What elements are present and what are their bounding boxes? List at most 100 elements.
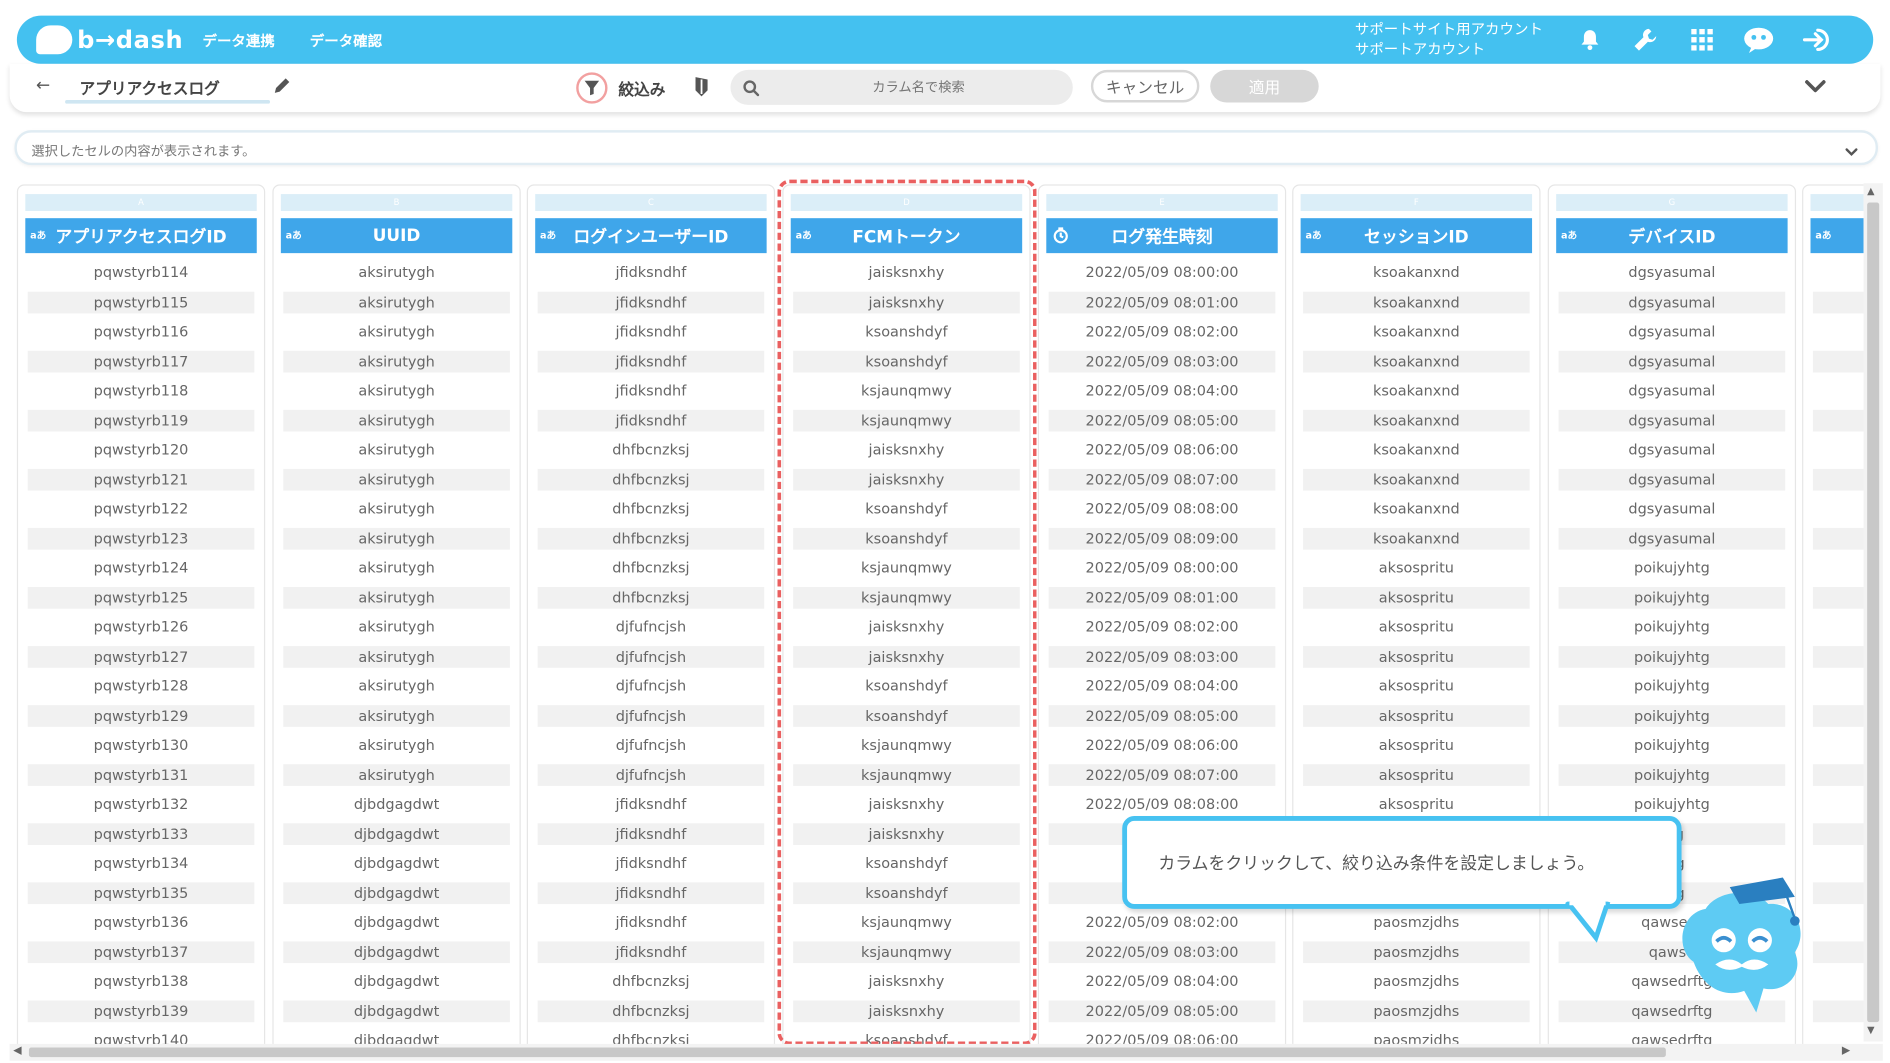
wrench-icon[interactable] bbox=[1630, 24, 1661, 55]
table-cell[interactable]: poikujyhtg bbox=[1558, 704, 1786, 727]
table-column[interactable]: Faあ セッションID ksoakanxnd ksoakanxnd ksoakanxnd… bbox=[1292, 184, 1541, 1047]
table-cell[interactable]: dhfbcnzksj bbox=[537, 999, 765, 1022]
table-cell[interactable]: djbdgagdwt bbox=[283, 881, 510, 904]
column-header[interactable]: aあ ログインユーザーID bbox=[535, 218, 767, 254]
table-cell[interactable]: 2022/05/09 08:00:00 bbox=[1049, 262, 1276, 284]
table-cell[interactable]: jfidksndhf bbox=[538, 321, 765, 343]
table-cell[interactable]: pqwstyrb135 bbox=[27, 881, 255, 904]
column-header[interactable]: ログ発生時刻 bbox=[1046, 218, 1278, 254]
table-cell[interactable]: pqwstyrb136 bbox=[28, 911, 255, 933]
table-cell[interactable]: dhfbcnzksj bbox=[538, 557, 765, 579]
arrow-left-icon[interactable]: ← bbox=[36, 76, 50, 95]
logout-icon[interactable] bbox=[1801, 24, 1832, 55]
table-cell[interactable]: pqwstyrb126 bbox=[28, 616, 255, 638]
chevron-down-icon[interactable] bbox=[1844, 140, 1858, 163]
table-cell[interactable] bbox=[1812, 350, 1864, 372]
table-cell[interactable]: jfidksndhf bbox=[538, 852, 765, 874]
table-cell[interactable]: 2022/05/09 08:06:00 bbox=[1049, 439, 1276, 461]
table-column[interactable]: Aaあ アプリアクセスログID pqwstyrb114 pqwstyrb115 pqws… bbox=[16, 184, 266, 1047]
table-cell[interactable] bbox=[1812, 822, 1864, 845]
table-cell[interactable]: ksoakanxnd bbox=[1303, 527, 1530, 550]
table-cell[interactable]: 2022/05/09 08:03:00 bbox=[1048, 940, 1276, 963]
table-cell[interactable]: ksoakanxnd bbox=[1303, 321, 1530, 343]
table-cell[interactable]: jfidksndhf bbox=[537, 881, 765, 904]
table-cell[interactable] bbox=[1813, 970, 1864, 992]
table-cell[interactable]: dhfbcnzksj bbox=[538, 498, 765, 520]
table-cell[interactable]: dgsyasumal bbox=[1558, 468, 1786, 490]
table-cell[interactable]: jfidksndhf bbox=[537, 822, 765, 845]
table-cell[interactable]: aksospritu bbox=[1303, 793, 1530, 815]
table-cell[interactable]: pqwstyrb125 bbox=[27, 586, 255, 609]
table-cell[interactable]: paosmzjdhs bbox=[1303, 940, 1530, 963]
table-cell[interactable]: dgsyasumal bbox=[1558, 291, 1786, 313]
horizontal-scrollbar[interactable]: ◀ ▶ bbox=[9, 1043, 1883, 1061]
table-cell[interactable]: 2022/05/09 08:02:00 bbox=[1049, 911, 1276, 933]
table-cell[interactable]: aksospritu bbox=[1303, 616, 1530, 638]
table-cell[interactable]: aksirutygh bbox=[283, 675, 510, 697]
nav-data-check[interactable]: データ確認 bbox=[310, 30, 382, 50]
table-cell[interactable]: aksirutygh bbox=[283, 439, 510, 461]
table-cell[interactable]: 2022/05/09 08:01:00 bbox=[1048, 291, 1276, 313]
table-cell[interactable]: pqwstyrb133 bbox=[27, 822, 255, 845]
vertical-scrollbar[interactable]: ▲ ▼ bbox=[1863, 183, 1883, 1042]
table-cell[interactable]: djbdgagdwt bbox=[283, 793, 510, 815]
table-cell[interactable]: jfidksndhf bbox=[538, 911, 765, 933]
table-cell[interactable]: pqwstyrb119 bbox=[27, 409, 255, 431]
table-cell[interactable]: aksospritu bbox=[1303, 704, 1530, 727]
nav-data-link[interactable]: データ連携 bbox=[203, 30, 275, 50]
table-cell[interactable]: djfufncjsh bbox=[537, 704, 765, 727]
scroll-down-icon[interactable]: ▼ bbox=[1867, 1025, 1874, 1036]
table-cell[interactable]: aksirutygh bbox=[283, 380, 510, 402]
table-cell[interactable]: poikujyhtg bbox=[1559, 557, 1786, 579]
table-cell[interactable]: 2022/05/09 08:06:00 bbox=[1049, 734, 1276, 756]
table-cell[interactable]: pqwstyrb124 bbox=[28, 557, 255, 579]
table-cell[interactable]: 2022/05/09 08:03:00 bbox=[1048, 350, 1276, 372]
table-cell[interactable]: poikujyhtg bbox=[1559, 675, 1786, 697]
table-cell[interactable] bbox=[1813, 675, 1864, 697]
column-header[interactable]: aあ デバイスID bbox=[1556, 218, 1788, 254]
table-cell[interactable]: pqwstyrb137 bbox=[27, 940, 255, 963]
table-cell[interactable] bbox=[1813, 498, 1864, 520]
table-cell[interactable] bbox=[1812, 468, 1864, 490]
table-cell[interactable]: dgsyasumal bbox=[1558, 350, 1786, 372]
table-cell[interactable]: dhfbcnzksj bbox=[538, 439, 765, 461]
table-cell[interactable]: ksoakanxnd bbox=[1303, 380, 1530, 402]
apps-grid-icon[interactable] bbox=[1686, 24, 1717, 55]
table-cell[interactable]: pqwstyrb116 bbox=[28, 321, 255, 343]
column-search[interactable] bbox=[730, 69, 1073, 105]
table-cell[interactable]: 2022/05/09 08:05:00 bbox=[1048, 704, 1276, 727]
table-cell[interactable]: ksoakanxnd bbox=[1303, 262, 1530, 284]
table-cell[interactable]: pqwstyrb134 bbox=[28, 852, 255, 874]
table-cell[interactable]: aksirutygh bbox=[283, 498, 510, 520]
cell-content-preview[interactable]: 選択したセルの内容が表示されます。 bbox=[14, 130, 1879, 166]
table-cell[interactable]: dhfbcnzksj bbox=[537, 586, 765, 609]
table-cell[interactable] bbox=[1812, 763, 1864, 786]
table-cell[interactable]: 2022/05/09 08:04:00 bbox=[1049, 380, 1276, 402]
chat-bot-icon[interactable] bbox=[1743, 24, 1774, 55]
table-cell[interactable]: pqwstyrb118 bbox=[28, 380, 255, 402]
table-cell[interactable]: poikujyhtg bbox=[1558, 763, 1786, 786]
table-cell[interactable] bbox=[1812, 704, 1864, 727]
table-cell[interactable]: paosmzjdhs bbox=[1303, 970, 1530, 992]
table-cell[interactable]: 2022/05/09 08:03:00 bbox=[1048, 645, 1276, 668]
table-cell[interactable]: poikujyhtg bbox=[1558, 586, 1786, 609]
table-cell[interactable]: poikujyhtg bbox=[1558, 645, 1786, 668]
table-cell[interactable]: dgsyasumal bbox=[1558, 527, 1786, 550]
table-cell[interactable]: 2022/05/09 08:07:00 bbox=[1048, 468, 1276, 490]
table-cell[interactable]: djbdgagdwt bbox=[283, 852, 510, 874]
table-cell[interactable]: jfidksndhf bbox=[537, 350, 765, 372]
table-cell[interactable] bbox=[1813, 380, 1864, 402]
table-cell[interactable]: aksirutygh bbox=[283, 321, 510, 343]
table-cell[interactable]: 2022/05/09 08:08:00 bbox=[1049, 793, 1276, 815]
table-cell[interactable]: dgsyasumal bbox=[1559, 380, 1786, 402]
table-cell[interactable]: jfidksndhf bbox=[537, 291, 765, 313]
table-cell[interactable]: ksoakanxnd bbox=[1303, 498, 1530, 520]
scroll-right-icon[interactable]: ▶ bbox=[1842, 1045, 1850, 1057]
table-cell[interactable]: 2022/05/09 08:09:00 bbox=[1048, 527, 1276, 550]
table-cell[interactable]: aksirutygh bbox=[283, 763, 510, 786]
table-cell[interactable] bbox=[1812, 881, 1864, 904]
table-cell[interactable] bbox=[1812, 999, 1864, 1022]
table-cell[interactable]: aksospritu bbox=[1303, 557, 1530, 579]
chevron-down-icon[interactable] bbox=[1803, 77, 1827, 100]
table-cell[interactable]: dhfbcnzksj bbox=[537, 527, 765, 550]
